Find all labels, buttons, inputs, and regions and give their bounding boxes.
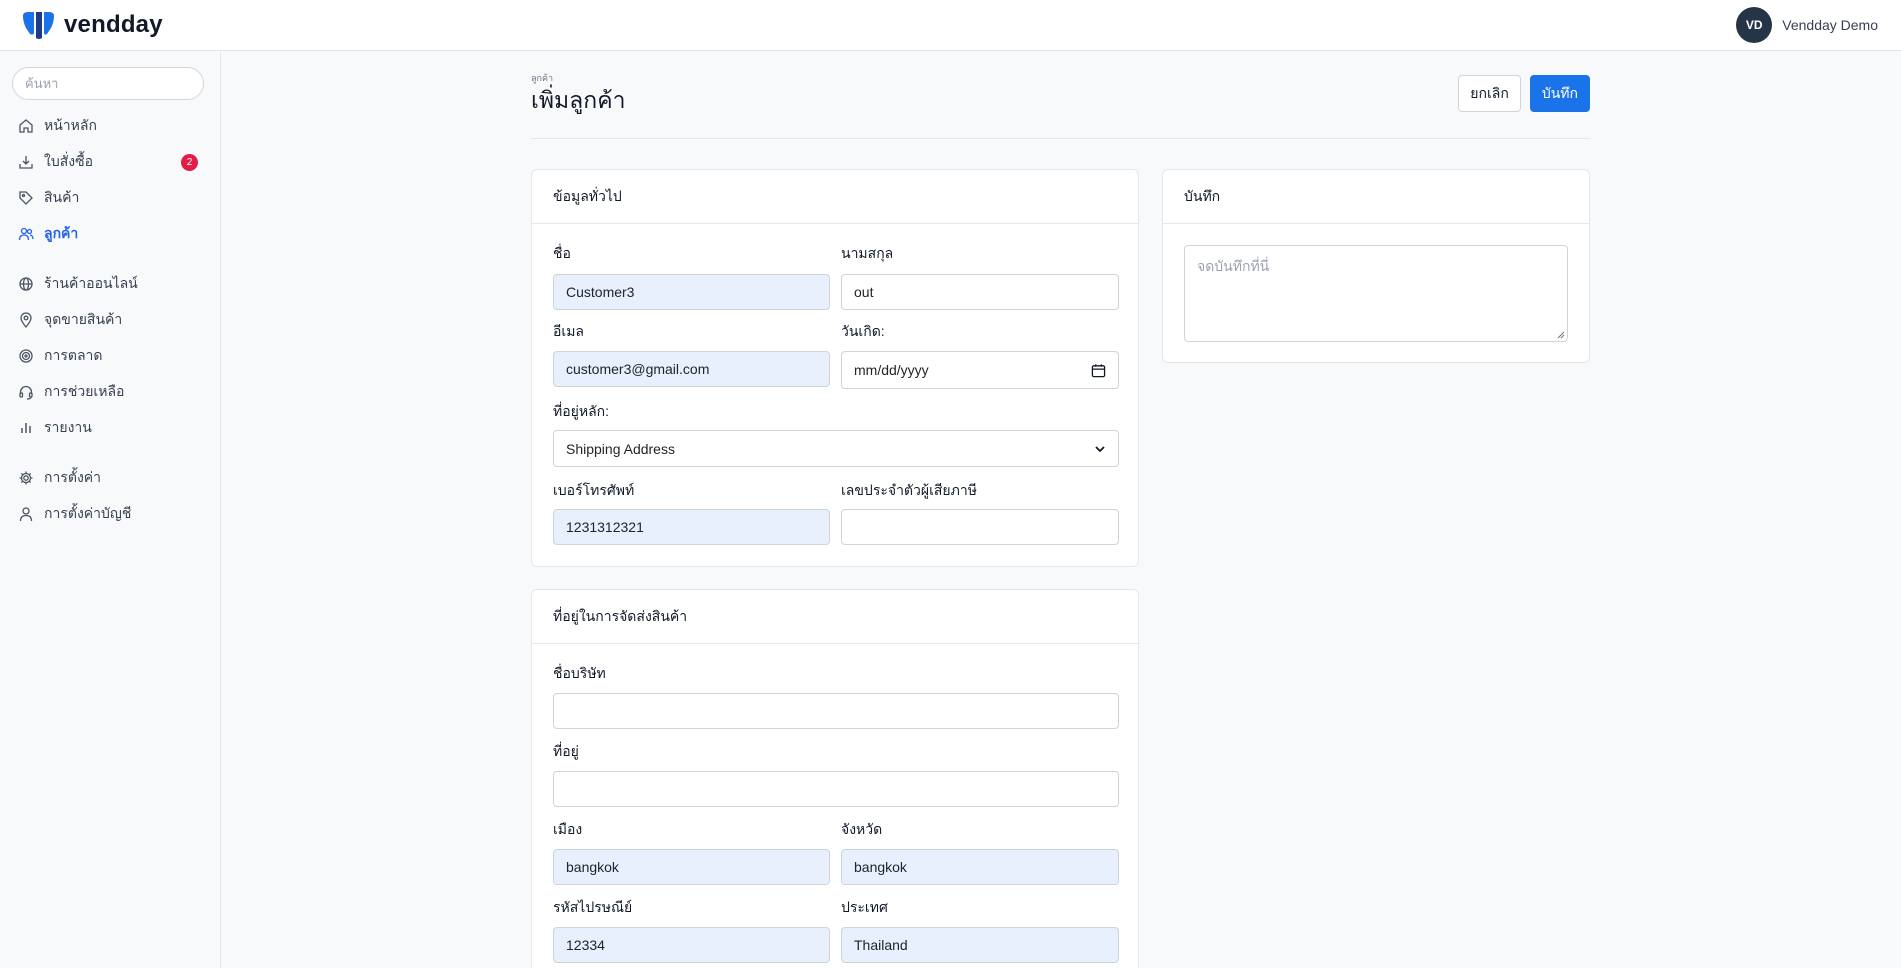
user-menu[interactable]: VD Vendday Demo — [1736, 7, 1878, 43]
country-field[interactable]: Thailand — [841, 927, 1119, 963]
sidebar-item-label: การตั้งค่าบัญชี — [44, 505, 132, 521]
sidebar-item-label: การช่วยเหลือ — [44, 383, 125, 399]
calendar-icon[interactable] — [1091, 363, 1106, 378]
main-address-value: Shipping Address — [566, 440, 675, 457]
headset-icon — [18, 384, 34, 400]
province-label: จังหวัด — [841, 821, 883, 837]
general-info-card: ข้อมูลทั่วไป ชื่อ Customer3 นามสกุล out … — [531, 169, 1139, 567]
brand-name: vendday — [64, 11, 163, 38]
location-pin-icon — [18, 312, 34, 328]
gear-icon — [18, 470, 34, 486]
sidebar-item-marketing[interactable]: การตลาด — [12, 338, 208, 374]
sidebar-item-pos[interactable]: จุดขายสินค้า — [12, 302, 208, 338]
first-name-label: ชื่อ — [553, 245, 571, 261]
avatar: VD — [1736, 7, 1773, 43]
company-field[interactable] — [553, 693, 1119, 729]
sidebar-item-account-settings[interactable]: การตั้งค่าบัญชี — [12, 496, 208, 532]
sidebar-nav: หน้าหลัก ใบสั่งซื้อ 2 สินค้า ลูกค้า ร้าน… — [12, 108, 208, 532]
sidebar-item-label: การตลาด — [44, 347, 103, 363]
orders-count-badge: 2 — [181, 154, 198, 171]
sidebar-item-label: ใบสั่งซื้อ — [44, 153, 94, 169]
first-name-field[interactable]: Customer3 — [553, 274, 830, 310]
address-label: ที่อยู่ — [553, 743, 579, 759]
page-title: เพิ่มลูกค้า — [531, 87, 626, 113]
tag-icon — [18, 190, 34, 206]
notes-placeholder: จดบันทึกที่นี่ — [1197, 258, 1270, 274]
city-label: เมือง — [553, 821, 583, 837]
bar-chart-icon — [18, 420, 34, 436]
sidebar-item-label: หน้าหลัก — [44, 117, 97, 133]
page-header: ลูกค้า เพิ่มลูกค้า ยกเลิก บันทึก — [531, 71, 1590, 139]
sidebar-item-support[interactable]: การช่วยเหลือ — [12, 374, 208, 410]
sidebar-divider — [12, 252, 208, 266]
postal-code-field[interactable]: 12334 — [553, 927, 830, 963]
shipping-address-card: ที่อยู่ในการจัดส่งสินค้า ชื่อบริษัท ที่อ… — [531, 589, 1139, 968]
download-icon — [18, 154, 34, 170]
sidebar-item-label: จุดขายสินค้า — [44, 311, 123, 327]
province-field[interactable]: bangkok — [841, 849, 1119, 885]
card-title: ข้อมูลทั่วไป — [532, 170, 1138, 224]
tax-id-field[interactable] — [841, 509, 1119, 545]
birthday-placeholder: mm/dd/yyyy — [854, 362, 929, 378]
user-icon — [18, 506, 34, 522]
sidebar-item-label: ลูกค้า — [44, 225, 79, 241]
phone-label: เบอร์โทรศัพท์ — [553, 482, 635, 498]
sidebar-item-settings[interactable]: การตั้งค่า — [12, 460, 208, 496]
tax-id-label: เลขประจำตัวผู้เสียภาษี — [841, 482, 977, 498]
sidebar-item-orders[interactable]: ใบสั่งซื้อ 2 — [12, 144, 208, 180]
phone-field[interactable]: 1231312321 — [553, 509, 830, 545]
sidebar-item-label: ร้านค้าออนไลน์ — [44, 275, 138, 291]
save-button[interactable]: บันทึก — [1529, 75, 1590, 112]
top-bar: vendday VD Vendday Demo — [0, 0, 1901, 51]
postal-code-label: รหัสไปรษณีย์ — [553, 899, 633, 915]
birthday-date-input[interactable]: mm/dd/yyyy — [841, 351, 1119, 389]
sidebar-item-label: สินค้า — [44, 189, 80, 205]
sidebar-item-online-store[interactable]: ร้านค้าออนไลน์ — [12, 266, 208, 302]
card-title: บันทึก — [1163, 170, 1589, 224]
email-field[interactable]: customer3@gmail.com — [553, 351, 830, 387]
sidebar-item-reports[interactable]: รายงาน — [12, 410, 208, 446]
main-address-label: ที่อยู่หลัก: — [553, 403, 610, 419]
birthday-label: วันเกิด: — [841, 323, 885, 339]
notes-card: บันทึก จดบันทึกที่นี่ — [1162, 169, 1590, 363]
company-label: ชื่อบริษัท — [553, 665, 606, 681]
country-label: ประเทศ — [841, 899, 888, 915]
sidebar-item-home[interactable]: หน้าหลัก — [12, 108, 208, 144]
sidebar-item-customers[interactable]: ลูกค้า — [12, 216, 208, 252]
last-name-field[interactable]: out — [841, 274, 1119, 310]
city-field[interactable]: bangkok — [553, 849, 830, 885]
sidebar-item-label: การตั้งค่า — [44, 469, 102, 485]
search-input[interactable] — [12, 67, 204, 100]
email-label: อีเมล — [553, 323, 585, 339]
header-actions: ยกเลิก บันทึก — [1458, 75, 1590, 112]
address-field[interactable] — [553, 771, 1119, 807]
main-content: ลูกค้า เพิ่มลูกค้า ยกเลิก บันทึก ข้อมูลท… — [222, 51, 1901, 968]
sidebar: หน้าหลัก ใบสั่งซื้อ 2 สินค้า ลูกค้า ร้าน… — [0, 51, 221, 968]
globe-icon — [18, 276, 34, 292]
card-title: ที่อยู่ในการจัดส่งสินค้า — [532, 590, 1138, 644]
brand[interactable]: vendday — [20, 10, 163, 40]
vendday-logo-icon — [23, 12, 54, 39]
chevron-down-icon — [1095, 445, 1105, 452]
notes-textarea[interactable]: จดบันทึกที่นี่ — [1184, 245, 1568, 342]
target-icon — [18, 348, 34, 364]
home-icon — [18, 118, 34, 134]
last-name-label: นามสกุล — [841, 245, 894, 261]
sidebar-divider — [12, 446, 208, 460]
main-address-select[interactable]: Shipping Address — [553, 430, 1119, 467]
sidebar-item-products[interactable]: สินค้า — [12, 180, 208, 216]
sidebar-item-label: รายงาน — [44, 419, 92, 435]
users-icon — [18, 226, 34, 242]
cancel-button[interactable]: ยกเลิก — [1458, 75, 1521, 112]
resize-handle-icon[interactable] — [1557, 331, 1565, 339]
user-name: Vendday Demo — [1782, 17, 1878, 33]
